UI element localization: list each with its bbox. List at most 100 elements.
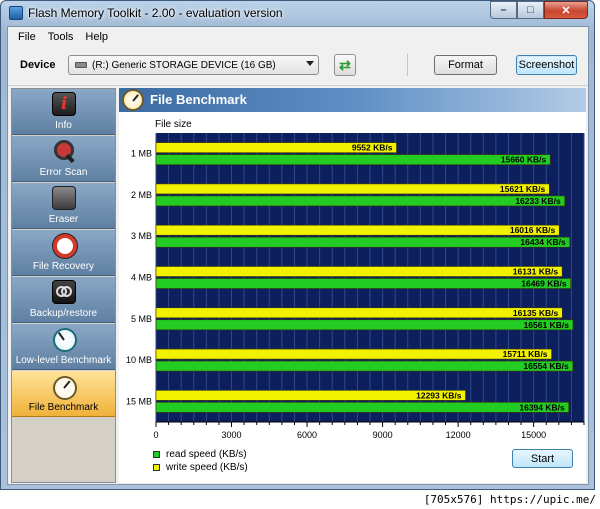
minimize-button[interactable]: – [490,1,517,19]
read-bar [155,195,565,207]
x-tick-label: 15000 [521,430,546,440]
read-bar [155,278,571,289]
category-label: 10 MB [126,355,152,365]
legend-label-write: write speed (KB/s) [166,462,248,473]
data-label: 15711 KB/s [503,349,548,359]
legend-label-read: read speed (KB/s) [166,449,247,460]
data-label: 15621 KB/s [500,184,546,194]
refresh-icon: ⇄ [339,56,351,73]
sidebar-item-backup-restore[interactable]: Backup/restore [12,277,115,323]
category-label: 5 MB [131,314,152,324]
category-label: 3 MB [131,231,152,241]
category-label: 1 MB [131,149,152,159]
sidebar-item-label: Backup/restore [29,308,98,319]
data-label: 16561 KB/s [524,320,570,330]
x-tick-label: 6000 [297,430,317,440]
menu-tools[interactable]: Tools [42,31,80,43]
read-bar [155,236,571,248]
write-bar [155,348,552,360]
sidebar: Info Error Scan Eraser File Recovery Bac… [11,88,116,483]
legend-swatch-write [153,464,160,471]
sidebar-item-label: Info [55,120,72,131]
refresh-button[interactable]: ⇄ [334,54,356,76]
x-tick-label: 9000 [373,430,393,440]
menu-help[interactable]: Help [79,31,114,43]
read-bar [155,402,570,413]
data-label: 16469 KB/s [521,279,567,289]
screenshot-button[interactable]: Screenshot [516,55,577,75]
write-bar [155,307,563,319]
device-dropdown[interactable]: (R:) Generic STORAGE DEVICE (16 GB) [68,55,319,75]
x-tick-label: 0 [153,430,158,440]
clock-icon [52,327,77,352]
info-icon [52,92,76,116]
trash-icon [52,186,76,210]
sidebar-item-label: File Recovery [32,261,95,272]
write-bar [155,266,563,277]
app-icon [9,6,23,20]
data-label: 9552 KB/s [352,143,393,153]
read-bar [155,154,551,165]
data-label: 16016 KB/s [510,225,556,235]
category-label: 15 MB [126,396,152,406]
device-value: (R:) Generic STORAGE DEVICE (16 GB) [92,59,276,71]
data-label: 16135 KB/s [513,308,559,318]
sidebar-item-label: File Benchmark [28,402,99,413]
read-bar [155,319,574,331]
benchmark-panel: File Benchmark File size 1 MB 9552 KB/s 156… [119,88,586,483]
chart-legend: read speed (KB/s) write speed (KB/s) [153,448,248,474]
legend-swatch-read [153,451,160,458]
data-label: 16434 KB/s [520,237,566,247]
read-bar [155,360,574,372]
x-tick-label: 12000 [446,430,471,440]
stopwatch-icon [52,374,77,400]
data-label: 16394 KB/s [519,402,565,412]
legend-item: read speed (KB/s) [153,448,248,461]
title-bar[interactable]: Flash Memory Toolkit - 2.00 - evaluation… [1,1,594,25]
device-toolbar: Device (R:) Generic STORAGE DEVICE (16 G… [8,46,588,86]
y-axis-title: File size [155,119,192,130]
app-window: Flash Memory Toolkit - 2.00 - evaluation… [0,0,595,490]
benchmark-chart: File size 1 MB 9552 KB/s 15660 KB/s 2 MB 1562… [119,112,586,483]
toolbar-separator [407,54,408,76]
stopwatch-icon [122,89,144,111]
category-label: 4 MB [131,273,152,283]
client-area: File Tools Help Device (R:) Generic STOR… [7,26,589,485]
window-title: Flash Memory Toolkit - 2.00 - evaluation… [28,6,283,20]
tape-icon [52,280,76,304]
lifebuoy-icon [52,233,77,258]
sidebar-item-label: Low-level Benchmark [15,355,112,366]
maximize-button[interactable]: □ [517,1,544,19]
magnifier-icon [52,139,76,163]
legend-item: write speed (KB/s) [153,461,248,474]
data-label: 16131 KB/s [513,267,559,277]
data-label: 16233 KB/s [515,196,561,206]
x-tick-label: 3000 [222,430,242,440]
data-label: 12293 KB/s [416,390,462,400]
format-button[interactable]: Format [434,55,497,75]
chart-svg: File size 1 MB 9552 KB/s 15660 KB/s 2 MB 1562… [126,119,585,440]
panel-header: File Benchmark [119,88,586,112]
sidebar-item-low-level-benchmark[interactable]: Low-level Benchmark [12,324,115,370]
category-label: 2 MB [131,190,152,200]
sidebar-item-info[interactable]: Info [12,89,115,135]
close-button[interactable]: ✕ [544,1,588,19]
sidebar-item-file-benchmark[interactable]: File Benchmark [12,371,115,417]
write-bar [155,224,560,236]
sidebar-item-label: Eraser [48,214,79,225]
image-host-tag: [705x576] https://upic.me/ [423,493,596,506]
data-label: 15660 KB/s [501,155,547,165]
write-bar [155,183,550,195]
panel-title: File Benchmark [150,92,247,107]
menu-bar: File Tools Help [8,27,588,46]
sidebar-item-eraser[interactable]: Eraser [12,183,115,229]
chevron-down-icon [306,61,314,66]
device-label: Device [20,59,56,71]
sidebar-item-error-scan[interactable]: Error Scan [12,136,115,182]
drive-icon [75,62,87,68]
menu-file[interactable]: File [12,31,42,43]
sidebar-item-file-recovery[interactable]: File Recovery [12,230,115,276]
data-label: 16554 KB/s [523,361,569,371]
sidebar-item-label: Error Scan [39,167,88,178]
start-button[interactable]: Start [512,449,573,468]
